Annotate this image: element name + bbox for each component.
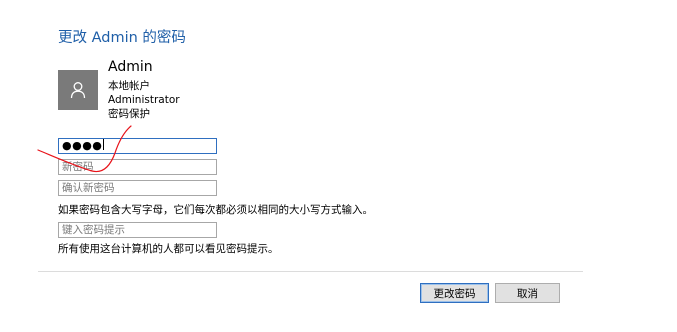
confirm-password-placeholder: 确认新密码	[62, 182, 115, 194]
user-name: Admin	[108, 59, 153, 75]
password-protection-status: 密码保护	[108, 108, 150, 120]
case-sensitivity-note: 如果密码包含大写字母，它们每次都必须以相同的大小写方式输入。	[58, 204, 373, 216]
password-hint-placeholder: 键入密码提示	[62, 224, 125, 236]
dialog-title: 更改 Admin 的密码	[58, 30, 186, 46]
footer-divider	[38, 271, 583, 272]
change-password-button-label: 更改密码	[433, 287, 476, 300]
avatar	[58, 70, 98, 110]
account-role: Administrator	[108, 94, 180, 106]
confirm-password-field[interactable]: 确认新密码	[58, 180, 217, 196]
cancel-button-label: 取消	[517, 287, 538, 300]
text-caret	[103, 139, 105, 150]
password-hint-field[interactable]: 键入密码提示	[58, 222, 217, 238]
account-type: 本地帐户	[108, 80, 150, 92]
new-password-field[interactable]: 新密码	[58, 159, 217, 175]
cancel-button[interactable]: 取消	[495, 283, 560, 303]
current-password-value: ●●●●	[62, 139, 103, 152]
new-password-placeholder: 新密码	[62, 161, 94, 173]
hint-visibility-note: 所有使用这台计算机的人都可以看见密码提示。	[58, 243, 279, 255]
change-password-button[interactable]: 更改密码	[420, 283, 489, 303]
current-password-field[interactable]: ●●●●	[58, 138, 217, 154]
user-icon	[70, 82, 86, 99]
